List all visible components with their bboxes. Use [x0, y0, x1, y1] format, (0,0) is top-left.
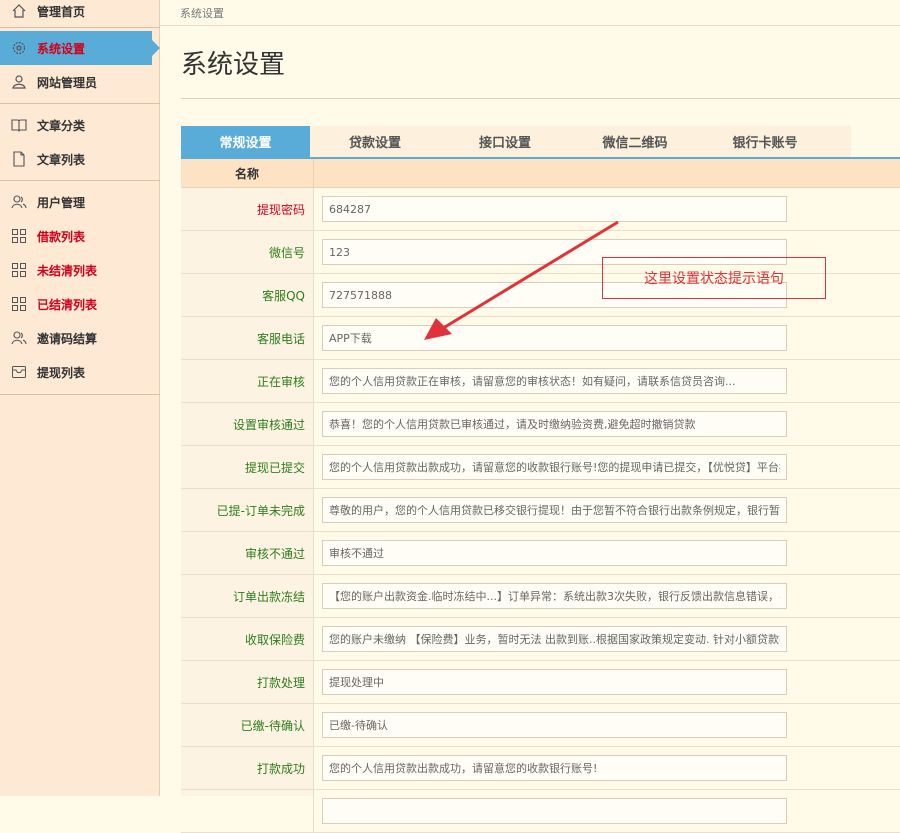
field-label: 审核不通过: [181, 532, 314, 574]
table-row: 已提-订单未完成: [181, 489, 900, 532]
sidebar-item-label: 提现列表: [37, 365, 86, 380]
sidebar-item-label: 邀请码结算: [37, 331, 98, 346]
sidebar-item-unsettled[interactable]: 未结清列表: [0, 253, 160, 287]
sidebar-item-system-settings[interactable]: 系统设置: [0, 31, 160, 65]
sidebar-item-label: 借款列表: [37, 229, 86, 244]
field-label: 正在审核: [181, 360, 314, 402]
document-icon: [10, 150, 28, 168]
insurance-fee-message-field[interactable]: [322, 626, 787, 652]
users-icon: [10, 329, 28, 347]
sidebar-item-label: 系统设置: [37, 41, 86, 56]
sidebar-item-article-list[interactable]: 文章列表: [0, 142, 160, 176]
table-row: 打款成功: [181, 747, 900, 790]
sidebar-item-label: 文章列表: [37, 152, 86, 167]
tab-wechat-qr[interactable]: 微信二维码: [570, 126, 700, 157]
sidebar-item-home[interactable]: 管理首页: [0, 0, 160, 28]
field-label: [181, 790, 314, 832]
paid-pending-message-field[interactable]: [322, 712, 787, 738]
approved-message-field[interactable]: [322, 411, 787, 437]
table-row: 提现密码: [181, 188, 900, 231]
sidebar-item-label: 网站管理员: [37, 75, 98, 90]
tab-loan[interactable]: 贷款设置: [310, 126, 440, 157]
users-icon: [10, 193, 28, 211]
breadcrumb: 系统设置: [180, 7, 224, 20]
field-label: 客服QQ: [181, 274, 314, 316]
table-header: 名称: [181, 159, 900, 188]
table-row: 已缴-待确认: [181, 704, 900, 747]
sidebar-item-loans[interactable]: 借款列表: [0, 219, 160, 253]
withdraw-submitted-message-field[interactable]: [322, 454, 787, 480]
payout-processing-message-field[interactable]: [322, 669, 787, 695]
tab-interface[interactable]: 接口设置: [440, 126, 570, 157]
annotation-note: 这里设置状态提示语句: [602, 257, 826, 299]
column-header-name: 名称: [181, 159, 314, 187]
sidebar-item-label: 管理首页: [37, 4, 86, 19]
settings-tabs: 常规设置 贷款设置 接口设置 微信二维码 银行卡账号: [181, 126, 851, 157]
field-label: 订单出款冻结: [181, 575, 314, 617]
reviewing-message-field[interactable]: [322, 368, 787, 394]
payout-success-message-field[interactable]: [322, 755, 787, 781]
divider: [0, 27, 160, 28]
table-row: 订单出款冻结: [181, 575, 900, 618]
tab-bank-account[interactable]: 银行卡账号: [700, 126, 830, 157]
withdraw-password-field[interactable]: [322, 196, 787, 222]
sidebar-item-users[interactable]: 用户管理: [0, 185, 160, 219]
tab-general[interactable]: 常规设置: [181, 126, 310, 157]
sidebar-item-withdrawals[interactable]: 提现列表: [0, 355, 160, 389]
field-label: 客服电话: [181, 317, 314, 359]
field-label: 微信号: [181, 231, 314, 273]
divider: [0, 103, 160, 104]
sidebar-item-label: 用户管理: [37, 195, 86, 210]
table-row: 审核不通过: [181, 532, 900, 575]
page-title: 系统设置: [181, 50, 286, 80]
field-label: 打款处理: [181, 661, 314, 703]
divider: [0, 180, 160, 181]
sidebar: 管理首页 系统设置 网站管理员 文章分类 文章列表 用户管理 借款列表 未结清列…: [0, 0, 160, 796]
order-frozen-message-field[interactable]: [322, 583, 787, 609]
sidebar-item-label: 文章分类: [37, 118, 86, 133]
sidebar-item-label: 已结清列表: [37, 297, 98, 312]
next-message-field[interactable]: [322, 798, 787, 824]
field-label: 打款成功: [181, 747, 314, 789]
gear-icon: [10, 39, 28, 57]
table-row: 正在审核: [181, 360, 900, 403]
inbox-icon: [10, 363, 28, 381]
field-label: 设置审核通过: [181, 403, 314, 445]
table-row: 设置审核通过: [181, 403, 900, 446]
table-row: 客服电话: [181, 317, 900, 360]
service-phone-field[interactable]: [322, 325, 787, 351]
sidebar-item-label: 未结清列表: [37, 263, 98, 278]
field-label: 收取保险费: [181, 618, 314, 660]
grid-icon: [10, 227, 28, 245]
field-label: 提现已提交: [181, 446, 314, 488]
home-icon: [10, 2, 28, 20]
sidebar-item-admins[interactable]: 网站管理员: [0, 65, 160, 99]
field-label: 已提-订单未完成: [181, 489, 314, 531]
table-row: 收取保险费: [181, 618, 900, 661]
grid-icon: [10, 261, 28, 279]
table-row: [181, 790, 900, 833]
grid-icon: [10, 295, 28, 313]
divider: [0, 394, 160, 395]
table-row: 打款处理: [181, 661, 900, 704]
divider: [160, 25, 900, 26]
book-icon: [10, 116, 28, 134]
field-label: 提现密码: [181, 188, 314, 230]
sidebar-item-invite-settlement[interactable]: 邀请码结算: [0, 321, 160, 355]
sidebar-item-settled[interactable]: 已结清列表: [0, 287, 160, 321]
rejected-message-field[interactable]: [322, 540, 787, 566]
sidebar-item-article-categories[interactable]: 文章分类: [0, 108, 160, 142]
field-label: 已缴-待确认: [181, 704, 314, 746]
table-row: 提现已提交: [181, 446, 900, 489]
withdrawn-incomplete-message-field[interactable]: [322, 497, 787, 523]
user-icon: [10, 73, 28, 91]
divider: [181, 98, 900, 99]
